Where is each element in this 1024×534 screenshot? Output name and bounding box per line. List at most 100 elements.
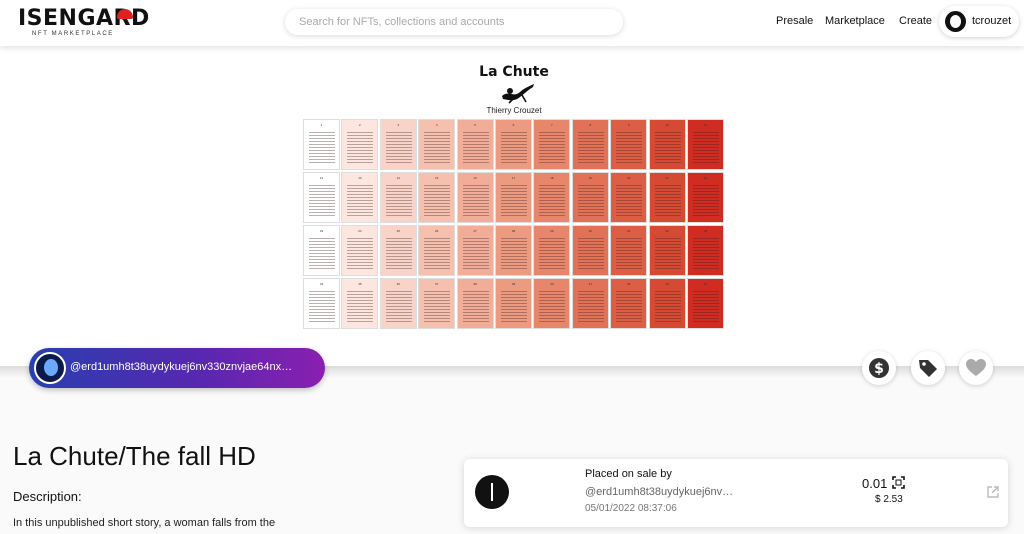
artwork-page-number: 42 — [627, 282, 631, 286]
artwork-page-number: 31 — [627, 229, 631, 233]
logo[interactable]: ISENGARD NFT MARKETPLACE — [18, 6, 149, 40]
artwork-page-text — [424, 289, 451, 323]
artwork-page-text — [385, 236, 412, 270]
artwork-page: 44 — [687, 278, 724, 329]
artwork-page-number: 30 — [588, 229, 592, 233]
artwork-page-text — [539, 236, 566, 270]
artwork-page: 26 — [418, 225, 456, 276]
artwork-page-text — [424, 130, 451, 164]
artwork-page-text — [424, 236, 451, 270]
artwork-page: 16 — [456, 172, 494, 223]
artwork-page-number: 1 — [320, 123, 323, 127]
search-input[interactable] — [285, 9, 623, 35]
artwork-page-number: 15 — [435, 176, 439, 180]
artwork-page-text — [654, 130, 681, 164]
artwork-page: 31 — [610, 225, 648, 276]
external-link-icon[interactable] — [986, 485, 1000, 499]
tag-button[interactable] — [911, 351, 945, 385]
artwork-page-number: 18 — [550, 176, 554, 180]
nav-marketplace[interactable]: Marketplace — [825, 15, 885, 27]
artwork-page-number: 20 — [627, 176, 631, 180]
artwork-page-text — [462, 289, 489, 323]
artwork-page: 36 — [379, 278, 417, 329]
artwork-page-number: 37 — [435, 282, 439, 286]
artwork-page-number: 7 — [551, 123, 553, 127]
artwork-page-number: 4 — [435, 123, 438, 127]
falling-woman-icon — [502, 84, 534, 104]
artwork-page: 23 — [303, 225, 340, 276]
artwork-page-number: 13 — [358, 176, 362, 180]
artwork-page-text — [462, 130, 489, 164]
dollar-icon: $ — [869, 358, 889, 378]
artwork-page: 35 — [341, 278, 379, 329]
artwork-page-text — [309, 130, 335, 164]
artwork-page-text — [693, 130, 719, 164]
sale-price-usd: $ 2.53 — [875, 494, 903, 505]
artwork-page-text — [385, 289, 412, 323]
seller-avatar[interactable] — [475, 475, 509, 509]
artwork-page-text — [616, 183, 643, 217]
artwork-page-text — [385, 130, 412, 164]
artwork-page-number: 38 — [473, 282, 477, 286]
artwork-page-text — [693, 183, 719, 217]
artwork-page-number: 43 — [665, 282, 669, 286]
artwork-page: 3 — [379, 119, 417, 170]
user-name: tcrouzet — [972, 15, 1012, 27]
artwork-page: 15 — [418, 172, 456, 223]
artwork-page-text — [309, 289, 335, 323]
user-menu-button[interactable]: tcrouzet — [939, 6, 1019, 37]
artwork-page-number: 33 — [703, 229, 708, 233]
nav-presale[interactable]: Presale — [776, 15, 813, 27]
description-label: Description: — [13, 489, 82, 504]
artwork-page-number: 19 — [588, 176, 592, 180]
artwork-page-number: 11 — [703, 123, 708, 127]
sale-history-card: Placed on sale by @erd1umh8t38uydykuej6n… — [464, 459, 1008, 527]
sale-label: Placed on sale by — [585, 468, 672, 480]
artwork-page: 13 — [341, 172, 379, 223]
logo-subtext: NFT MARKETPLACE — [32, 31, 114, 37]
artwork-page-number: 9 — [627, 123, 630, 127]
artwork-page-text — [577, 183, 604, 217]
artwork-page-number: 5 — [474, 123, 476, 127]
artwork-page-number: 26 — [435, 229, 439, 233]
artwork-page: 38 — [456, 278, 494, 329]
artwork-author: Thierry Crouzet — [486, 106, 542, 115]
artwork-page-text — [539, 289, 566, 323]
artwork-page-text — [577, 236, 604, 270]
seller-address[interactable]: @erd1umh8t38uydykuej6nv… — [585, 486, 733, 498]
artwork-page-text — [462, 183, 489, 217]
artwork-page: 4 — [418, 119, 456, 170]
artwork-page-text — [501, 289, 527, 323]
artwork-page-text — [347, 183, 374, 217]
buy-button[interactable]: $ — [862, 351, 896, 385]
artwork-page: 1 — [303, 119, 340, 170]
artwork-page-number: 12 — [319, 176, 324, 180]
artwork-page: 33 — [687, 225, 724, 276]
artwork-page: 20 — [610, 172, 648, 223]
artwork-page-number: 14 — [396, 176, 400, 180]
artwork-page: 41 — [571, 278, 609, 329]
like-button[interactable] — [959, 351, 993, 385]
logo-hat-icon — [117, 9, 133, 19]
artwork-page-text — [577, 289, 604, 323]
artwork-page: 28 — [495, 225, 532, 276]
artwork-page-number: 28 — [511, 229, 516, 233]
artwork-page-number: 16 — [473, 176, 477, 180]
svg-text:$: $ — [874, 361, 884, 377]
owner-badge[interactable]: @erd1umh8t38uydykuej6nv330znvjae64nx… — [29, 348, 325, 388]
artwork-page-number: 44 — [703, 282, 708, 286]
artwork-page-number: 24 — [358, 229, 362, 233]
artwork-page: 12 — [303, 172, 340, 223]
top-header: ISENGARD NFT MARKETPLACE Presale Marketp… — [0, 0, 1024, 46]
artwork-page-text — [539, 130, 566, 164]
artwork-page-number: 29 — [550, 229, 554, 233]
artwork-page-text — [693, 236, 719, 270]
artwork-page-text — [501, 183, 527, 217]
artwork-page: 6 — [495, 119, 532, 170]
artwork-page: 43 — [648, 278, 686, 329]
nft-artwork[interactable]: La Chute Thierry Crouzet 1 2 3 4 5 6 7 8 9 10 11 12… — [0, 46, 1024, 366]
artwork-page: 34 — [303, 278, 340, 329]
artwork-page-text — [654, 289, 681, 323]
artwork-page: 18 — [533, 172, 571, 223]
nav-create[interactable]: Create — [899, 15, 932, 27]
